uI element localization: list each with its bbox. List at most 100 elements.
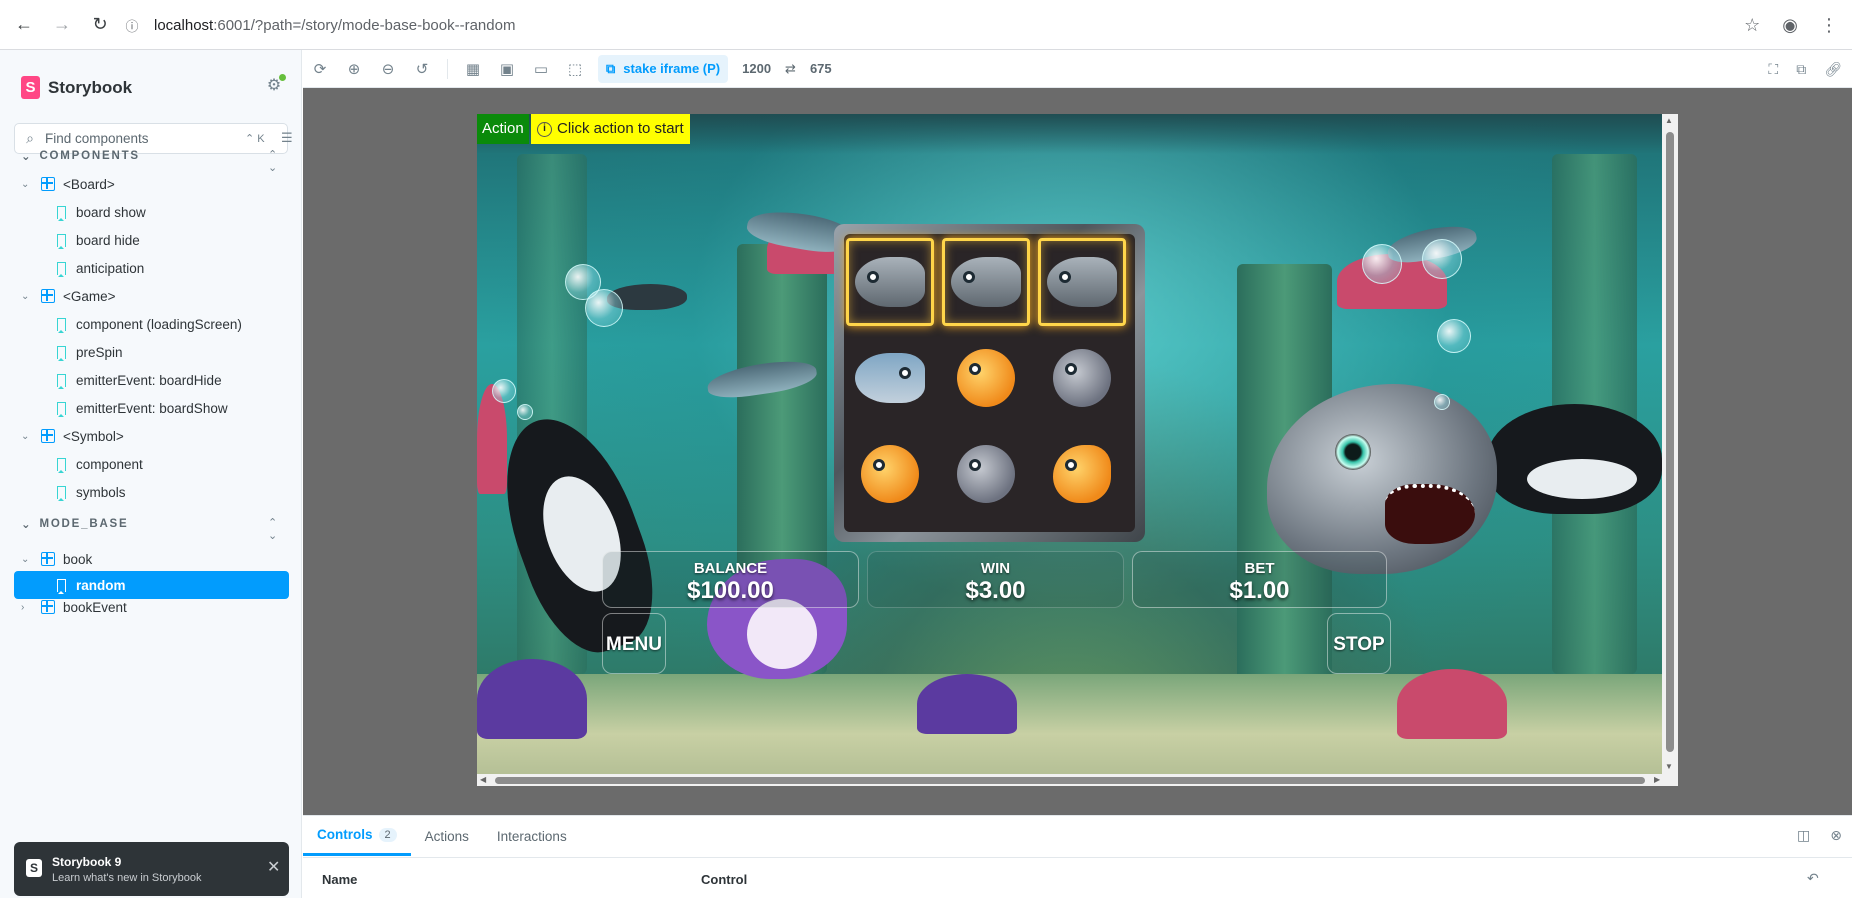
- chevron-down-icon: ⌄: [21, 151, 33, 163]
- tab-interactions[interactable]: Interactions: [483, 816, 581, 856]
- panel-orientation-icon[interactable]: ◫: [1797, 827, 1810, 844]
- bookmark-icon: [57, 261, 66, 277]
- story-label: random: [76, 577, 126, 593]
- win-panel: WIN $3.00: [867, 551, 1124, 608]
- action-button[interactable]: Action: [477, 114, 529, 144]
- bubble: [1437, 319, 1471, 353]
- background-icon[interactable]: ▣: [490, 60, 524, 78]
- reel-cell: [942, 334, 1030, 422]
- update-dot: [279, 74, 286, 81]
- bet-label: BET: [1244, 560, 1275, 577]
- story-board-show[interactable]: board show: [57, 198, 146, 226]
- story-symbols[interactable]: symbols: [57, 478, 126, 506]
- settings-gear-icon[interactable]: ⚙: [265, 74, 286, 95]
- stop-button[interactable]: STOP: [1327, 613, 1391, 674]
- story-symbol-component[interactable]: component: [57, 450, 143, 478]
- story-prespin[interactable]: preSpin: [57, 338, 123, 366]
- story-emitter-boardhide[interactable]: emitterEvent: boardHide: [57, 366, 222, 394]
- reload-icon[interactable]: ↻: [86, 11, 114, 39]
- site-info-icon[interactable]: ⓘ: [122, 15, 142, 35]
- section-mode-base[interactable]: ⌄ MODE_BASE: [21, 514, 128, 534]
- zoom-in-icon[interactable]: ⊕: [337, 60, 371, 78]
- tree-group-bookevent[interactable]: › bookEvent: [21, 593, 127, 621]
- close-icon[interactable]: ✕: [267, 857, 280, 877]
- tree-group-board[interactable]: ⌄ <Board>: [21, 170, 115, 198]
- scrollbar-thumb[interactable]: [1666, 132, 1674, 752]
- scroll-right-icon[interactable]: ▶: [1654, 775, 1660, 784]
- bookmark-icon: [57, 578, 66, 594]
- address-bar[interactable]: ⓘ localhost:6001/?path=/story/mode-base-…: [122, 9, 1762, 41]
- story-label: emitterEvent: boardShow: [76, 400, 228, 416]
- scroll-down-icon[interactable]: ▼: [1665, 762, 1673, 771]
- reel-cell: [846, 238, 934, 326]
- zoom-reset-icon[interactable]: ↺: [405, 60, 439, 78]
- fullscreen-icon[interactable]: ⛶: [1768, 61, 1778, 78]
- filter-icon[interactable]: ☰: [281, 130, 293, 146]
- expand-all-icon[interactable]: ⌃ ⌄: [268, 516, 277, 542]
- measure-icon[interactable]: ▭: [524, 60, 558, 78]
- component-icon: [41, 429, 55, 443]
- reel-cell: [1038, 238, 1126, 326]
- menu-button[interactable]: MENU: [602, 613, 666, 674]
- component-icon: [41, 552, 55, 566]
- bet-value: $1.00: [1229, 577, 1290, 604]
- chevron-right-icon: ›: [21, 601, 25, 613]
- open-new-tab-icon[interactable]: ⧉: [1796, 61, 1806, 78]
- addons-tabs: Controls 2 Actions Interactions: [303, 816, 581, 856]
- action-hint-text: Click action to start: [557, 120, 684, 137]
- viewport-selector[interactable]: ⧉ stake iframe (P): [598, 54, 729, 83]
- column-name: Name: [322, 872, 358, 887]
- story-emitter-boardshow[interactable]: emitterEvent: boardShow: [57, 394, 228, 422]
- reel-cell: [846, 430, 934, 518]
- game-scene[interactable]: BALANCE $100.00 WIN $3.00 BET $1.00 MENU…: [477, 114, 1662, 774]
- zoom-out-icon[interactable]: ⊖: [371, 60, 405, 78]
- remount-icon[interactable]: ⟳: [303, 60, 337, 78]
- group-label: <Game>: [63, 288, 116, 304]
- scrollbar-thumb[interactable]: [495, 777, 1645, 784]
- whats-new-notification[interactable]: S Storybook 9 Learn what's new in Storyb…: [14, 842, 289, 896]
- horizontal-scrollbar[interactable]: ◀ ▶: [477, 774, 1678, 786]
- copy-link-icon[interactable]: 🔗︎: [1824, 61, 1842, 78]
- orca-belly: [1527, 459, 1637, 499]
- balance-label: BALANCE: [693, 560, 768, 577]
- swap-dimensions-icon[interactable]: ⇄: [785, 61, 796, 77]
- profile-icon[interactable]: ◉: [1782, 15, 1798, 36]
- scroll-left-icon[interactable]: ◀: [480, 775, 486, 784]
- brand-name: Storybook: [48, 77, 133, 97]
- tab-controls[interactable]: Controls 2: [303, 816, 411, 856]
- gold-fish-symbol-icon: [957, 349, 1015, 407]
- url-path: :6001/?path=/story/mode-base-book--rando…: [213, 16, 516, 34]
- grid-icon[interactable]: ▦: [456, 60, 490, 78]
- preview-toolbar: ⟳ ⊕ ⊖ ↺ ▦ ▣ ▭ ⬚ ⧉ stake iframe (P) 1200 …: [303, 50, 1852, 88]
- robot-shark-symbol-icon: [855, 257, 925, 307]
- robot-shark-symbol-icon: [1047, 257, 1117, 307]
- section-components[interactable]: ⌄ COMPONENTS: [21, 146, 140, 166]
- tab-actions[interactable]: Actions: [411, 816, 483, 856]
- viewport-height[interactable]: 675: [810, 61, 832, 76]
- story-loading-screen[interactable]: component (loadingScreen): [57, 310, 242, 338]
- browser-menu-icon[interactable]: ⋮: [1820, 15, 1838, 36]
- vertical-scrollbar[interactable]: ▲ ▼: [1662, 114, 1678, 774]
- outline-icon[interactable]: ⬚: [558, 60, 592, 78]
- story-iframe[interactable]: BALANCE $100.00 WIN $3.00 BET $1.00 MENU…: [477, 114, 1678, 786]
- tree-group-game[interactable]: ⌄ <Game>: [21, 282, 116, 310]
- tab-label: Actions: [424, 828, 469, 844]
- collapse-all-icon[interactable]: ⌃ ⌄: [268, 148, 277, 174]
- story-board-hide[interactable]: board hide: [57, 226, 140, 254]
- close-panel-icon[interactable]: ⊗: [1830, 827, 1842, 844]
- story-label: component: [76, 456, 143, 472]
- story-label: board show: [76, 204, 146, 220]
- back-arrow-icon[interactable]: ←: [10, 11, 38, 39]
- reset-controls-icon[interactable]: ↶: [1807, 870, 1819, 887]
- viewport-width[interactable]: 1200: [742, 61, 771, 76]
- scroll-up-icon[interactable]: ▲: [1665, 116, 1673, 125]
- bookmark-icon: [57, 205, 66, 221]
- bookmark-star-icon[interactable]: ☆: [1744, 15, 1760, 36]
- story-anticipation[interactable]: anticipation: [57, 254, 144, 282]
- tree-group-symbol[interactable]: ⌄ <Symbol>: [21, 422, 124, 450]
- sidebar: S Storybook ⚙ ⌕ Find components ⌃ K ☰ ⌄ …: [0, 50, 302, 898]
- forward-arrow-icon[interactable]: →: [48, 11, 76, 39]
- storybook-brand[interactable]: S Storybook: [21, 76, 132, 99]
- reel-cell: [1038, 430, 1126, 518]
- tree-group-book[interactable]: ⌄ book: [21, 545, 92, 573]
